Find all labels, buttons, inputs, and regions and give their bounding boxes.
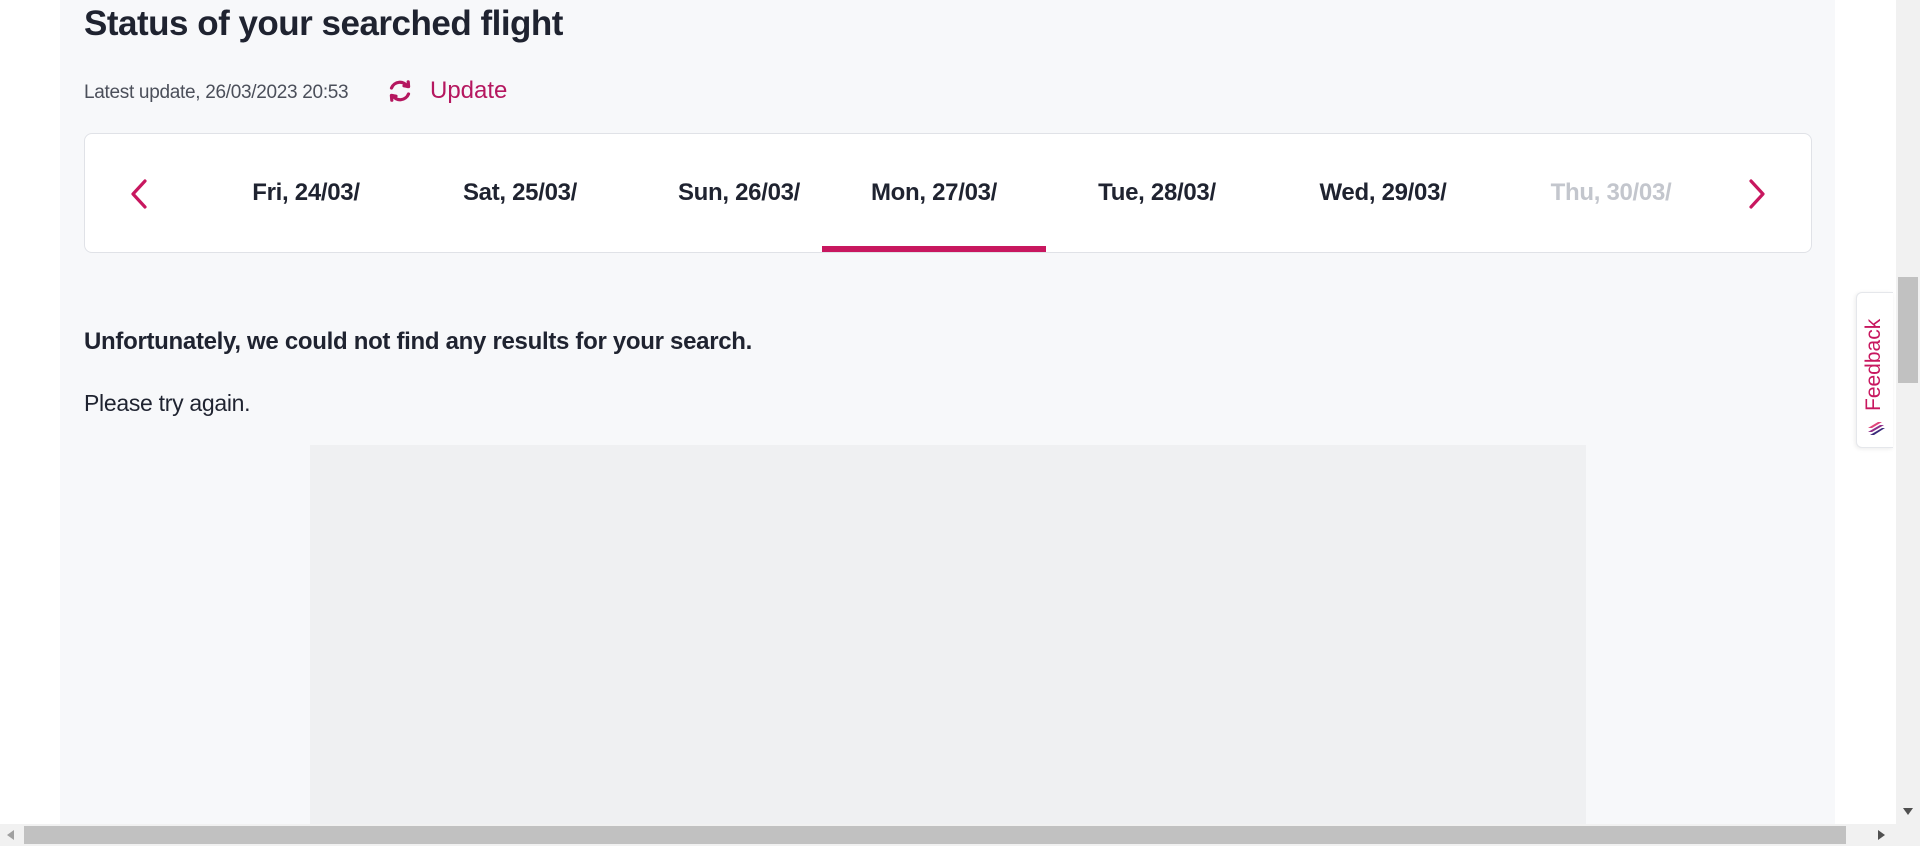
scroll-down-button[interactable] — [1896, 800, 1920, 824]
page-title: Status of your searched flight — [84, 4, 563, 43]
latest-update-timestamp: Latest update, 26/03/2023 20:53 — [84, 82, 349, 103]
try-again-message: Please try again. — [84, 390, 251, 416]
scroll-left-button[interactable] — [0, 824, 22, 846]
chevron-right-icon — [1749, 179, 1765, 209]
date-tab-label: Wed, 29/03/ — [1319, 179, 1447, 206]
date-tab-sun-26[interactable]: Sun, 26/03/ — [627, 134, 851, 252]
date-tab-tue-28[interactable]: Tue, 28/03/ — [1046, 134, 1268, 252]
date-selector: Fri, 24/03/ Sat, 25/03/ Sun, 26/03/ Mon,… — [84, 133, 1812, 253]
date-tab-label: Fri, 24/03/ — [252, 179, 360, 206]
date-tab-label: Sun, 26/03/ — [677, 179, 801, 206]
triangle-right-icon — [1878, 830, 1885, 840]
triangle-down-icon — [1903, 808, 1913, 815]
date-tab-label: Mon, 27/03/ — [870, 179, 998, 206]
previous-dates-button[interactable] — [119, 174, 159, 214]
date-tab-sat-25[interactable]: Sat, 25/03/ — [413, 134, 627, 252]
scroll-right-button[interactable] — [1870, 824, 1892, 846]
date-tab-label: Tue, 28/03/ — [1098, 179, 1216, 206]
vertical-scrollbar[interactable] — [1896, 0, 1920, 824]
date-tab-label: Thu, 30/03/ — [1550, 179, 1672, 206]
no-results-heading: Unfortunately, we could not find any res… — [84, 328, 753, 355]
horizontal-scrollbar-thumb[interactable] — [24, 826, 1846, 844]
update-button-label: Update — [430, 77, 508, 104]
feedback-logo-icon — [1868, 422, 1885, 435]
date-tab-fri-24[interactable]: Fri, 24/03/ — [199, 134, 413, 252]
next-dates-button[interactable] — [1737, 174, 1777, 214]
date-tab-label: Sat, 25/03/ — [462, 179, 578, 206]
date-tab-thu-30: Thu, 30/03/ — [1498, 134, 1724, 252]
date-tab-wed-29[interactable]: Wed, 29/03/ — [1268, 134, 1498, 252]
feedback-label: Feedback — [1862, 318, 1885, 411]
content-placeholder — [310, 445, 1586, 824]
chevron-left-icon — [131, 179, 147, 209]
vertical-scrollbar-thumb[interactable] — [1898, 277, 1918, 383]
date-tab-mon-27[interactable]: Mon, 27/03/ — [822, 134, 1046, 252]
triangle-left-icon — [7, 830, 14, 840]
refresh-icon — [389, 80, 411, 102]
feedback-button[interactable]: Feedback — [1856, 292, 1893, 448]
update-button[interactable]: Update — [386, 74, 507, 108]
